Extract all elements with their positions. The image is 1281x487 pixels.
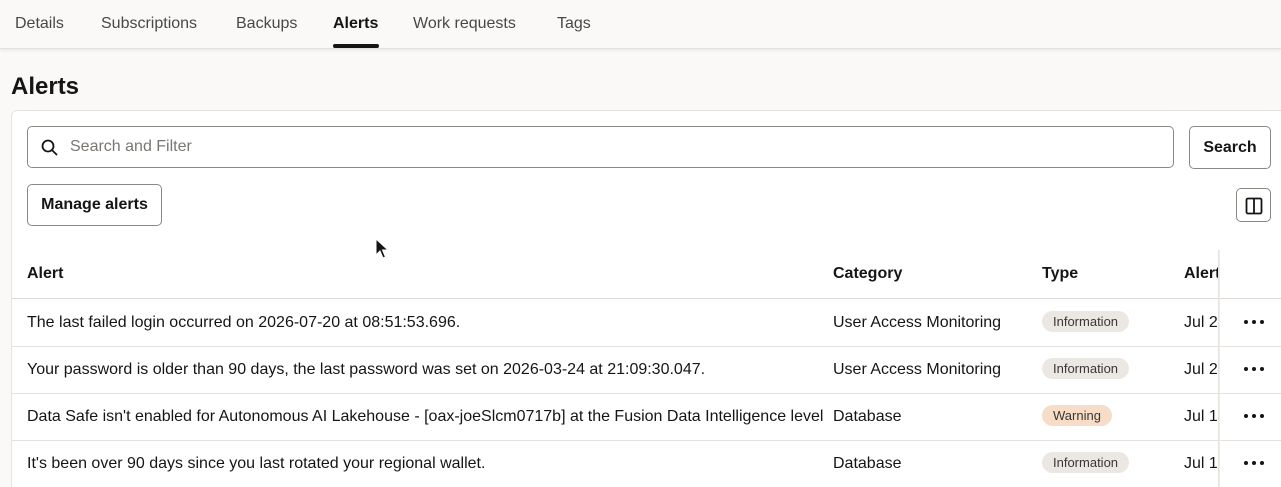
column-header-alert-date[interactable]: Alert [1184,265,1219,283]
status-badge: Information [1042,311,1130,332]
status-badge: Information [1042,358,1130,379]
table-row[interactable]: It's been over 90 days since you last ro… [12,441,1281,487]
alert-type: Information [1042,358,1130,379]
more-dot-icon [1244,461,1248,465]
more-dot-icon [1252,367,1256,371]
search-icon [41,139,58,156]
table-row[interactable]: Data Safe isn't enabled for Autonomous A… [12,394,1281,441]
alert-category: User Access Monitoring [833,314,1002,331]
alert-category: Database [833,408,902,425]
row-actions-button[interactable] [1243,406,1265,426]
search-button[interactable]: Search [1189,126,1271,169]
table-row[interactable]: Your password is older than 90 days, the… [12,347,1281,394]
tab-tags[interactable]: Tags [557,15,591,33]
columns-icon [1245,197,1263,215]
alert-category: User Access Monitoring [833,361,1002,378]
more-dot-icon [1260,414,1264,418]
search-box[interactable] [27,126,1174,168]
alert-message: Data Safe isn't enabled for Autonomous A… [27,408,824,425]
alert-message: It's been over 90 days since you last ro… [27,455,486,472]
status-badge: Warning [1042,405,1112,426]
tab-subscriptions[interactable]: Subscriptions [101,15,197,33]
more-dot-icon [1252,320,1256,324]
more-dot-icon [1260,320,1264,324]
alert-date: Jul 19 [1184,455,1219,472]
column-header-type[interactable]: Type [1042,265,1078,283]
row-actions-button[interactable] [1243,312,1265,332]
alert-type: Warning [1042,405,1112,426]
mouse-cursor-icon [375,238,389,259]
column-header-category[interactable]: Category [833,265,902,283]
active-tab-indicator [333,44,379,48]
alert-message: The last failed login occurred on 2026-0… [27,314,461,331]
more-dot-icon [1244,367,1248,371]
alert-type: Information [1042,311,1130,332]
alert-type: Information [1042,452,1130,473]
more-dot-icon [1244,320,1248,324]
tab-details[interactable]: Details [15,15,64,33]
more-dot-icon [1260,367,1264,371]
alert-message: Your password is older than 90 days, the… [27,361,706,378]
tab-alerts[interactable]: Alerts [333,15,378,33]
status-badge: Information [1042,452,1130,473]
more-dot-icon [1244,414,1248,418]
alert-date: Jul 20 [1184,361,1219,378]
column-settings-button[interactable] [1236,188,1271,222]
row-actions-button[interactable] [1243,453,1265,473]
row-actions-button[interactable] [1243,359,1265,379]
tab-backups[interactable]: Backups [236,15,297,33]
alert-category: Database [833,455,902,472]
header-divider [12,298,1281,299]
more-dot-icon [1252,414,1256,418]
alert-date: Jul 20 [1184,314,1219,331]
sticky-column-divider [1218,250,1220,487]
page-title: Alerts [11,73,80,100]
more-dot-icon [1252,461,1256,465]
table-row[interactable]: The last failed login occurred on 2026-0… [12,300,1281,347]
more-dot-icon [1260,461,1264,465]
tab-bar: Details Subscriptions Backups Alerts Wor… [0,0,1281,49]
column-header-alert[interactable]: Alert [27,265,63,283]
alert-date: Jul 19 [1184,408,1219,425]
tab-work-requests[interactable]: Work requests [413,15,516,33]
manage-alerts-button[interactable]: Manage alerts [27,184,162,226]
search-input[interactable] [70,127,1160,167]
